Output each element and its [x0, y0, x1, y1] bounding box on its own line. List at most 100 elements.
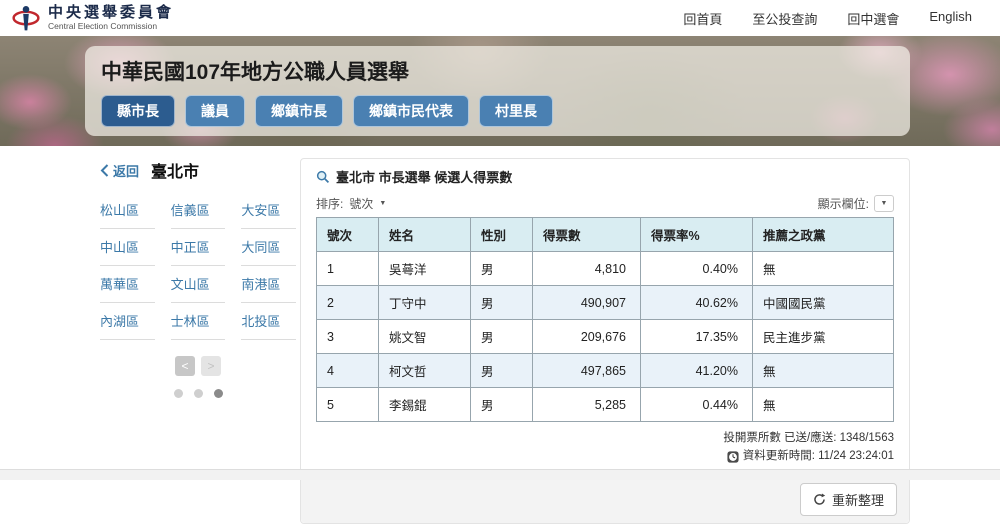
cell-name: 柯文哲 — [378, 353, 471, 388]
cell-votes: 4,810 — [532, 251, 641, 286]
election-title: 中華民國107年地方公職人員選舉 — [101, 61, 410, 84]
district-link[interactable]: 中山區 — [100, 229, 155, 266]
cell-rate: 17.35% — [640, 319, 753, 354]
col-number: 號次 — [316, 217, 379, 252]
district-link[interactable]: 內湖區 — [100, 303, 155, 340]
refresh-icon — [813, 493, 826, 506]
pager-dot-active[interactable] — [213, 389, 223, 398]
cell-rate: 40.62% — [640, 285, 753, 320]
district-link[interactable]: 士林區 — [170, 303, 226, 340]
cell-party: 民主進步黨 — [752, 319, 894, 354]
cell-name: 吳蕚洋 — [378, 251, 471, 286]
cherry-blossom-banner: 中華民國107年地方公職人員選舉 縣市長 議員 鄉鎮市長 鄉鎮市民代表 村里長 — [0, 36, 1000, 146]
cell-gender: 男 — [470, 387, 533, 422]
clock-icon — [727, 451, 739, 463]
topbar-nav: 回首頁 至公投查詢 回中選會 English — [683, 9, 972, 28]
page-footer — [0, 469, 1000, 480]
district-link[interactable]: 南港區 — [241, 266, 296, 303]
district-link[interactable]: 松山區 — [100, 192, 155, 229]
stations-progress: 投開票所數 已送/應送: 1348/1563 — [723, 432, 894, 444]
sort-label: 排序: — [316, 197, 344, 211]
col-votes: 得票數 — [532, 217, 641, 252]
nav-home-link[interactable]: 回首頁 — [683, 9, 722, 28]
district-link[interactable]: 大安區 — [241, 192, 296, 229]
cell-name: 丁守中 — [378, 285, 471, 320]
sort-value: 號次 — [349, 197, 374, 211]
nav-cec-link[interactable]: 回中選會 — [847, 9, 899, 28]
election-type-tabs: 縣市長 議員 鄉鎮市長 鄉鎮市民代表 村里長 — [101, 95, 894, 127]
cell-gender: 男 — [470, 319, 533, 354]
back-link[interactable]: 返回 — [100, 161, 139, 180]
cell-rate: 0.44% — [640, 387, 753, 422]
district-sidebar: 返回 臺北市 松山區 信義區 大安區 中山區 中正區 大同區 萬華區 文山區 南… — [100, 158, 296, 398]
cell-votes: 497,865 — [532, 353, 641, 388]
col-gender: 性別 — [470, 217, 533, 252]
tab-councilor[interactable]: 議員 — [185, 95, 245, 127]
cell-votes: 209,676 — [532, 319, 641, 354]
table-row: 3 姚文智 男 209,676 17.35% 民主進步黨 — [316, 319, 894, 354]
cec-logo: 中央選舉委員會 Central Election Commission — [12, 3, 174, 33]
results-table: 號次 姓名 性別 得票數 得票率% 推薦之政黨 1 吳蕚洋 男 4,810 0. — [316, 217, 894, 422]
table-controls: 排序: 號次 ▼ 顯示欄位: ▼ — [316, 195, 894, 212]
cell-gender: 男 — [470, 353, 533, 388]
district-pager: < > — [100, 356, 296, 376]
banner-panel: 中華民國107年地方公職人員選舉 縣市長 議員 鄉鎮市長 鄉鎮市民代表 村里長 — [85, 46, 910, 136]
col-rate: 得票率% — [640, 217, 753, 252]
columns-label: 顯示欄位: — [817, 197, 869, 211]
tab-township-mayor[interactable]: 鄉鎮市長 — [255, 95, 343, 127]
topbar: 中央選舉委員會 Central Election Commission 回首頁 … — [0, 0, 1000, 36]
district-link[interactable]: 信義區 — [170, 192, 226, 229]
pager-prev-button[interactable]: < — [175, 356, 195, 376]
logo-title: 中央選舉委員會 — [48, 3, 175, 21]
chevron-left-icon — [100, 163, 109, 177]
last-updated: 資料更新時間: 11/24 23:24:01 — [742, 449, 894, 462]
results-title: 臺北市 市長選舉 候選人得票數 — [336, 170, 513, 185]
tab-village-chief[interactable]: 村里長 — [479, 95, 553, 127]
district-link[interactable]: 萬華區 — [100, 266, 155, 303]
cell-name: 姚文智 — [378, 319, 471, 354]
cell-party: 無 — [752, 387, 894, 422]
columns-dropdown-button[interactable]: ▼ — [874, 195, 894, 212]
cell-rate: 0.40% — [640, 251, 753, 286]
nav-referendum-link[interactable]: 至公投查詢 — [752, 9, 817, 28]
cell-gender: 男 — [470, 285, 533, 320]
cell-number: 4 — [316, 353, 379, 388]
district-list: 松山區 信義區 大安區 中山區 中正區 大同區 萬華區 文山區 南港區 內湖區 … — [100, 192, 296, 340]
tab-mayor[interactable]: 縣市長 — [101, 95, 175, 127]
logo-subtitle: Central Election Commission — [48, 21, 158, 32]
cell-votes: 490,907 — [532, 285, 641, 320]
card-footer: 重新整理 — [301, 474, 909, 523]
col-party: 推薦之政黨 — [752, 217, 894, 252]
pager-dot[interactable] — [193, 389, 203, 398]
table-header-row: 號次 姓名 性別 得票數 得票率% 推薦之政黨 — [316, 217, 894, 252]
nav-english-link[interactable]: English — [929, 9, 972, 28]
refresh-button[interactable]: 重新整理 — [799, 482, 897, 516]
cell-number: 2 — [316, 285, 379, 320]
table-row: 5 李錫錕 男 5,285 0.44% 無 — [316, 387, 894, 422]
cell-gender: 男 — [470, 251, 533, 286]
table-row: 2 丁守中 男 490,907 40.62% 中國國民黨 — [316, 285, 894, 320]
pager-dot[interactable] — [173, 389, 183, 398]
cell-name: 李錫錕 — [378, 387, 471, 422]
pager-next-button[interactable]: > — [201, 356, 221, 376]
cell-party: 無 — [752, 251, 894, 286]
cell-number: 1 — [316, 251, 379, 286]
col-name: 姓名 — [378, 217, 471, 252]
district-link[interactable]: 北投區 — [241, 303, 296, 340]
content-area: 返回 臺北市 松山區 信義區 大安區 中山區 中正區 大同區 萬華區 文山區 南… — [0, 146, 1000, 524]
cec-logo-icon — [12, 3, 40, 33]
search-icon — [316, 170, 330, 184]
tab-township-rep[interactable]: 鄉鎮市民代表 — [353, 95, 469, 127]
sort-select[interactable]: 排序: 號次 ▼ — [316, 195, 386, 212]
district-link[interactable]: 文山區 — [170, 266, 226, 303]
cell-party: 中國國民黨 — [752, 285, 894, 320]
table-row: 1 吳蕚洋 男 4,810 0.40% 無 — [316, 251, 894, 286]
district-link[interactable]: 中正區 — [170, 229, 226, 266]
back-label: 返回 — [113, 163, 140, 179]
cell-party: 無 — [752, 353, 894, 388]
cell-number: 3 — [316, 319, 379, 354]
cell-number: 5 — [316, 387, 379, 422]
cell-rate: 41.20% — [640, 353, 753, 388]
district-link[interactable]: 大同區 — [241, 229, 296, 266]
region-title: 臺北市 — [151, 164, 200, 181]
